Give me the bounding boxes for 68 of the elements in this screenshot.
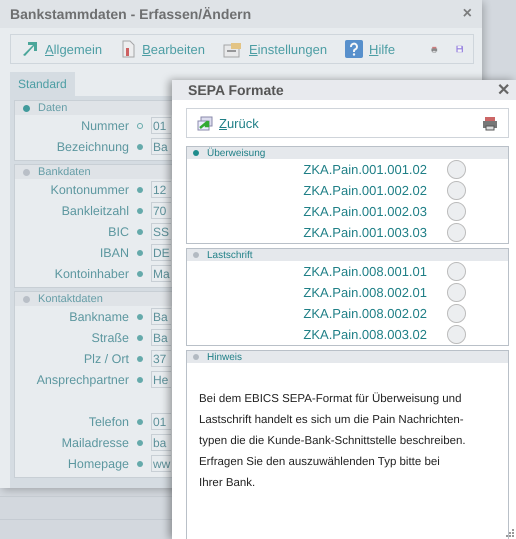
radio-button[interactable] bbox=[447, 262, 466, 281]
group-title: Überweisung bbox=[207, 148, 266, 158]
option-label: ZKA.Pain.008.001.01 bbox=[303, 264, 427, 279]
radio-button[interactable] bbox=[447, 304, 466, 323]
group-title: Hinweis bbox=[207, 352, 242, 362]
input-field[interactable]: ww bbox=[151, 455, 171, 472]
toolbar-button[interactable]: Bearbeiten bbox=[120, 40, 205, 58]
field-label: Bankname bbox=[68, 310, 129, 324]
arrow-icon bbox=[21, 40, 39, 58]
dialog-title: SEPA Formate bbox=[188, 82, 284, 98]
document-icon bbox=[120, 40, 136, 58]
input-field[interactable]: Ba bbox=[151, 308, 171, 325]
option-label: ZKA.Pain.001.002.02 bbox=[303, 183, 427, 198]
field-label: Kontonummer bbox=[49, 182, 129, 196]
resize-grip[interactable] bbox=[505, 528, 515, 538]
tab[interactable]: Standard bbox=[10, 72, 75, 96]
field-label: IBAN bbox=[98, 246, 129, 260]
field-label: Mailadresse bbox=[60, 436, 129, 450]
input-field[interactable]: 12 bbox=[151, 181, 171, 198]
window-title: Bankstammdaten - Erfassen/Ändern bbox=[10, 6, 252, 22]
section-title: Bankdaten bbox=[38, 166, 91, 178]
note-text: Bei dem EBICS SEPA-Format für Überweisung und Lastschrift handelt es sich um die Pain Nachrichten- typen die die Kunde-Bank-Schnittstelle beschreiben. Erfragen Sie den auszuwählenden Typ bitte bei Ihrer Bank. bbox=[198, 391, 467, 491]
settings-icon bbox=[222, 40, 243, 58]
input-field[interactable]: 01 bbox=[151, 117, 171, 134]
input-field[interactable]: Ba bbox=[151, 138, 171, 155]
radio-button[interactable] bbox=[447, 325, 466, 344]
printer-icon[interactable] bbox=[482, 116, 498, 130]
field-label: BIC bbox=[107, 224, 129, 238]
option-label: ZKA.Pain.001.003.03 bbox=[303, 225, 427, 240]
radio-button[interactable] bbox=[447, 160, 466, 179]
input-field[interactable]: Ma bbox=[151, 265, 171, 282]
field-label: Ansprechpartner bbox=[36, 372, 129, 386]
close-button[interactable]: × bbox=[462, 5, 472, 23]
option-label: ZKA.Pain.008.002.01 bbox=[303, 285, 427, 300]
toolbar-button[interactable]: Hilfe bbox=[345, 40, 396, 58]
back-button[interactable]: Zurück bbox=[197, 116, 259, 130]
option-label: ZKA.Pain.001.001.02 bbox=[303, 162, 427, 177]
toolbar-button[interactable]: Einstellungen bbox=[222, 40, 328, 58]
help-icon bbox=[345, 40, 364, 58]
input-field[interactable]: ba bbox=[151, 434, 171, 451]
input-field[interactable]: He bbox=[151, 371, 171, 388]
input-field[interactable]: 01 bbox=[151, 413, 171, 430]
option-label: ZKA.Pain.008.002.02 bbox=[303, 306, 427, 321]
close-button[interactable]: ✕ bbox=[497, 80, 510, 100]
input-field[interactable]: 37 bbox=[151, 350, 171, 367]
group-title: Lastschrift bbox=[207, 250, 253, 260]
field-label: Bankleitzahl bbox=[60, 204, 129, 218]
field-label: Kontoinhaber bbox=[54, 266, 129, 280]
field-label: Plz / Ort bbox=[82, 352, 129, 366]
field-label: Telefon bbox=[88, 414, 129, 428]
field-label: Nummer bbox=[80, 118, 129, 132]
section-title: Daten bbox=[38, 102, 68, 114]
option-label: ZKA.Pain.008.003.02 bbox=[303, 327, 427, 342]
radio-button[interactable] bbox=[447, 283, 466, 302]
radio-button[interactable] bbox=[447, 223, 466, 242]
input-field[interactable]: SS bbox=[151, 223, 171, 240]
toolbar-button[interactable]: Allgemein bbox=[21, 40, 102, 58]
field-label: Bezeichnung bbox=[56, 140, 129, 154]
section-title: Kontaktdaten bbox=[38, 293, 103, 305]
radio-button[interactable] bbox=[447, 181, 466, 200]
input-field[interactable]: 70 bbox=[151, 202, 171, 219]
option-label: ZKA.Pain.001.002.03 bbox=[303, 204, 427, 219]
field-label: Straße bbox=[90, 330, 129, 344]
input-field[interactable]: Ba bbox=[151, 329, 171, 346]
window-arrow-icon bbox=[197, 116, 213, 130]
field-label: Homepage bbox=[66, 456, 129, 470]
input-field[interactable]: DE bbox=[151, 244, 171, 261]
radio-button[interactable] bbox=[447, 202, 466, 221]
